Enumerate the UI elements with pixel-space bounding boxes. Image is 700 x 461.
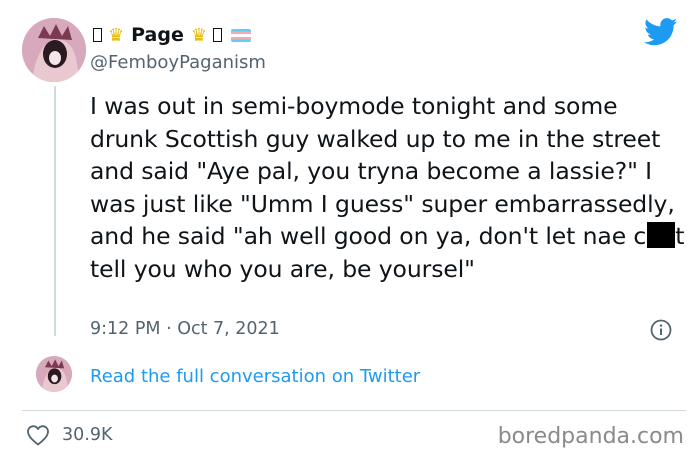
- watermark: boredpanda.com: [497, 424, 684, 449]
- tweet-text: I was out in semi-boymode tonight and so…: [90, 90, 686, 285]
- unknown-glyph-icon: [213, 28, 223, 42]
- crown-icon: ♛: [190, 24, 208, 46]
- tweet-text-part-1: I was out in semi-boymode tonight and so…: [90, 92, 675, 250]
- unknown-glyph-icon: [93, 28, 102, 42]
- like-count: 30.9K: [62, 425, 113, 445]
- redaction-box: [647, 222, 676, 248]
- tweet-timestamp[interactable]: 9:12 PM · Oct 7, 2021: [90, 319, 280, 339]
- heart-icon: [27, 425, 49, 446]
- small-avatar: [36, 356, 72, 392]
- display-name[interactable]: Page: [131, 24, 184, 46]
- trans-flag-icon: [231, 28, 252, 42]
- crown-icon: ♛: [108, 24, 125, 46]
- like-button[interactable]: 30.9K: [26, 424, 112, 446]
- author-avatar[interactable]: [22, 18, 86, 82]
- twitter-bird-icon[interactable]: [644, 18, 678, 50]
- info-circle-icon[interactable]: [650, 319, 672, 345]
- author-name-row[interactable]: ♛ Page ♛: [90, 22, 252, 48]
- divider: [22, 410, 686, 411]
- author-handle[interactable]: @FemboyPaganism: [90, 52, 266, 73]
- read-full-conversation-link[interactable]: Read the full conversation on Twitter: [90, 366, 420, 387]
- thread-line: [54, 86, 56, 336]
